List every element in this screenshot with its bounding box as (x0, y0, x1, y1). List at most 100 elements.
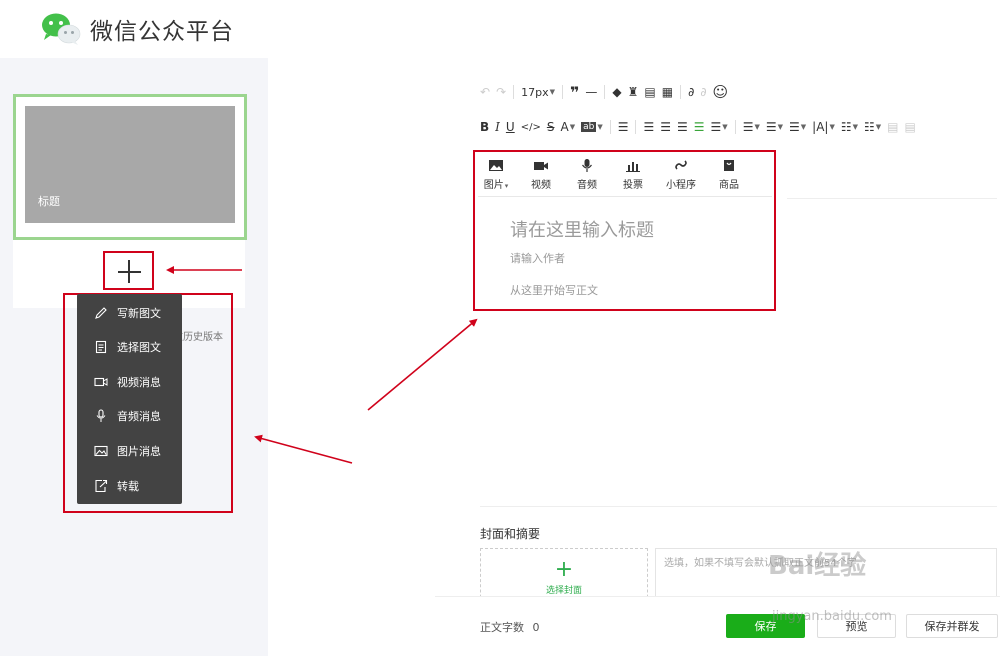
arrow-to-editor (367, 318, 478, 411)
unordered-list-icon[interactable]: ☷ ▼ (864, 117, 881, 137)
author-input[interactable]: 请输入作者 (510, 250, 565, 266)
emoji-icon[interactable]: ☺ (713, 82, 729, 102)
insert-mini-program-button[interactable]: 小程序 (656, 158, 706, 191)
article-body-editor[interactable]: 从这里开始写正文 (510, 282, 598, 298)
baidu-watermark: Bai经验 (768, 551, 867, 581)
insert-video-button[interactable]: 视频 (516, 158, 566, 191)
code-button[interactable]: </> (521, 117, 541, 137)
insert-label: 视频 (531, 180, 551, 191)
align-right-icon[interactable]: ☰ (677, 117, 688, 137)
insert-vote-button[interactable]: 投票 (608, 158, 658, 191)
vote-icon (626, 162, 640, 172)
chevron-down-icon: ▼ (549, 88, 556, 96)
page-icon[interactable]: ▦ (662, 82, 673, 102)
top-header: 微信公众平台 (0, 0, 1000, 58)
plus-icon: + (554, 557, 574, 582)
insert-label: 投票 (623, 180, 643, 191)
menu-item-audio-message[interactable]: 音频消息 (77, 399, 182, 433)
menu-item-label: 写新图文 (117, 307, 161, 320)
video-icon (94, 377, 108, 387)
insert-product-button[interactable]: 商品 (704, 158, 754, 191)
arrow-to-menu (254, 434, 353, 464)
unlink-icon[interactable]: ∂ (700, 82, 706, 102)
float-left-icon[interactable]: ▤ (887, 117, 898, 137)
baidu-watermark-url: jingyan.baidu.com (772, 609, 892, 624)
word-count-label: 正文字数 (480, 621, 524, 634)
menu-item-repost[interactable]: 转载 (77, 469, 182, 503)
insert-label: 图片 (483, 180, 504, 191)
chevron-down-icon: ▼ (569, 123, 576, 131)
indent-icon[interactable]: ☰ (618, 117, 629, 137)
add-content-menu: 写新图文 选择图文 视频消息 音频消息 图片消息 转载 (77, 294, 182, 504)
insert-label: 音频 (577, 180, 597, 191)
insert-audio-button[interactable]: 音频 (562, 158, 612, 191)
link-icon[interactable]: ∂ (688, 82, 694, 102)
word-count: 正文字数 0 (480, 619, 540, 635)
insert-label: 商品 (719, 180, 739, 191)
align-center-icon[interactable]: ☰ (660, 117, 671, 137)
menu-item-label: 音频消息 (117, 410, 161, 423)
wechat-editor-page: 微信公众平台 标题 图文历史版本 写新图文 选择图文 视频消息 音频消息 图片消… (0, 0, 1000, 656)
insert-label: 小程序 (666, 180, 696, 191)
brand-title: 微信公众平台 (90, 19, 234, 45)
align-left-icon[interactable]: ☰ (643, 117, 654, 137)
select-cover-label: 选择封面 (545, 586, 582, 596)
float-right-icon[interactable]: ▤ (905, 117, 916, 137)
paragraph-spacing-top-icon[interactable]: ☰ ▼ (743, 117, 760, 137)
ordered-list-icon[interactable]: ☷ ▼ (841, 117, 858, 137)
menu-item-label: 选择图文 (117, 341, 161, 354)
document-icon (95, 340, 107, 354)
word-count-value: 0 (532, 621, 540, 634)
font-color-button[interactable]: A ▼ (560, 117, 575, 137)
article-cover-card[interactable]: 标题 (13, 94, 247, 240)
share-icon (95, 479, 108, 493)
microphone-icon (582, 159, 592, 172)
italic-button[interactable]: I (495, 117, 500, 137)
cover-image-placeholder: 标题 (25, 106, 235, 223)
paragraph-spacing-bottom-icon[interactable]: ☰ ▼ (766, 117, 783, 137)
shopping-bag-icon (724, 160, 734, 171)
template-icon[interactable]: ▤ (644, 82, 655, 102)
underline-button[interactable]: U (506, 117, 515, 137)
wechat-logo-icon (42, 13, 81, 45)
letter-spacing-icon[interactable]: |A| ▼ (812, 117, 835, 137)
align-distribute-icon[interactable]: ☰ ▼ (711, 117, 728, 137)
strikethrough-button[interactable]: S (547, 117, 555, 137)
menu-item-select-article[interactable]: 选择图文 (77, 330, 182, 364)
menu-item-video-message[interactable]: 视频消息 (77, 365, 182, 399)
undo-icon[interactable]: ↶ (480, 82, 490, 102)
redo-icon[interactable]: ↷ (496, 82, 506, 102)
blockquote-icon[interactable]: ❞ (570, 82, 579, 102)
chevron-down-icon: ▾ (504, 182, 509, 190)
save-and-send-button[interactable]: 保存并群发 (906, 614, 998, 638)
cover-title: 标题 (38, 195, 60, 208)
mini-program-icon (675, 160, 687, 170)
image-icon (94, 445, 108, 457)
font-size-select[interactable]: 17px ▼ (521, 82, 555, 102)
menu-item-label: 转载 (117, 480, 139, 493)
menu-item-image-message[interactable]: 图片消息 (77, 434, 182, 468)
insert-bar: 图片▾ 视频 音频 投票 小程序 商品 (478, 155, 772, 197)
menu-item-label: 图片消息 (117, 445, 161, 458)
bold-button[interactable]: B (480, 117, 489, 137)
microphone-icon (96, 409, 106, 422)
clear-format-icon[interactable]: ♜ (628, 82, 639, 102)
chevron-down-icon: ▼ (597, 123, 603, 131)
line-height-icon[interactable]: ☰ ▼ (789, 117, 806, 137)
image-icon (489, 160, 503, 171)
editor-toolbar-row-2: B I U </> S A ▼ ab ▼ ☰ ☰ ☰ ☰ ☰ ☰ ▼ ☰ ▼ ☰ ▼ ☰ ▼… (480, 116, 922, 138)
cover-summary-title: 封面和摘要 (480, 527, 541, 541)
add-article-button[interactable] (103, 251, 154, 290)
menu-item-new-article[interactable]: 写新图文 (77, 296, 182, 330)
article-title-input[interactable]: 请在这里输入标题 (510, 216, 654, 242)
insert-image-button[interactable]: 图片▾ (471, 158, 521, 191)
align-justify-icon[interactable]: ☰ (694, 117, 705, 137)
background-color-button[interactable]: ab ▼ (581, 117, 603, 137)
pencil-icon (95, 307, 107, 319)
highlight-icon: ab (581, 122, 597, 132)
menu-item-label: 视频消息 (117, 376, 161, 389)
format-painter-icon[interactable]: ◆ (612, 82, 621, 102)
horizontal-rule-icon[interactable]: — (585, 82, 597, 102)
editor-toolbar-row-1: ↶ ↷ 17px ▼ ❞ — ◆ ♜ ▤ ▦ ∂ ∂ ☺ (480, 81, 734, 103)
video-icon (534, 162, 548, 170)
